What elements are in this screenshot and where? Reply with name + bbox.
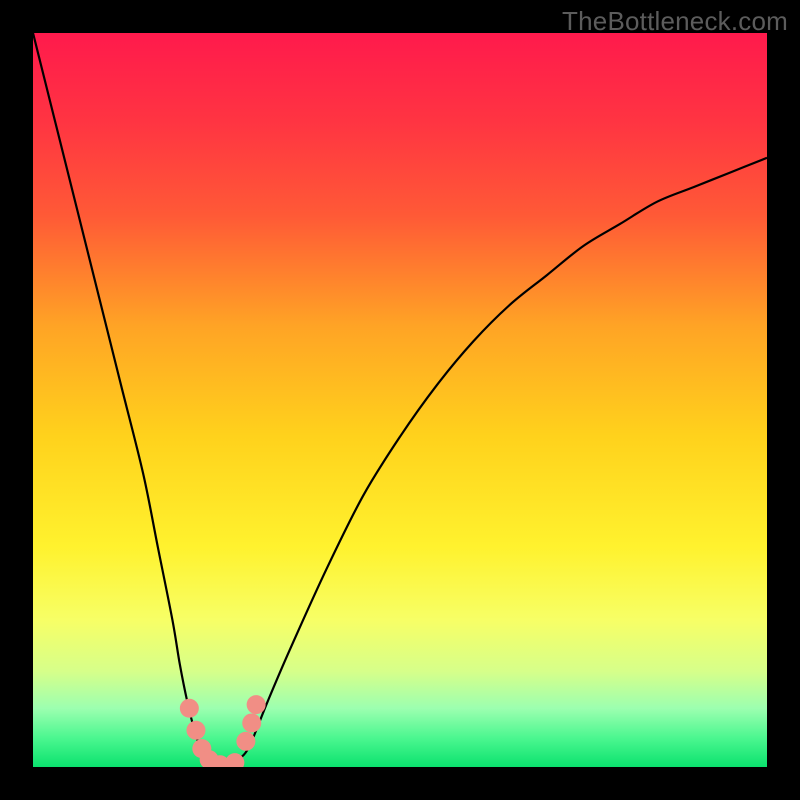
bottleneck-chart (33, 33, 767, 767)
curve-marker (242, 713, 261, 732)
curve-marker (236, 732, 255, 751)
curve-marker (180, 699, 199, 718)
curve-marker (186, 721, 205, 740)
chart-frame: TheBottleneck.com (0, 0, 800, 800)
curve-marker (247, 695, 266, 714)
watermark-text: TheBottleneck.com (562, 6, 788, 37)
chart-background-gradient (33, 33, 767, 767)
